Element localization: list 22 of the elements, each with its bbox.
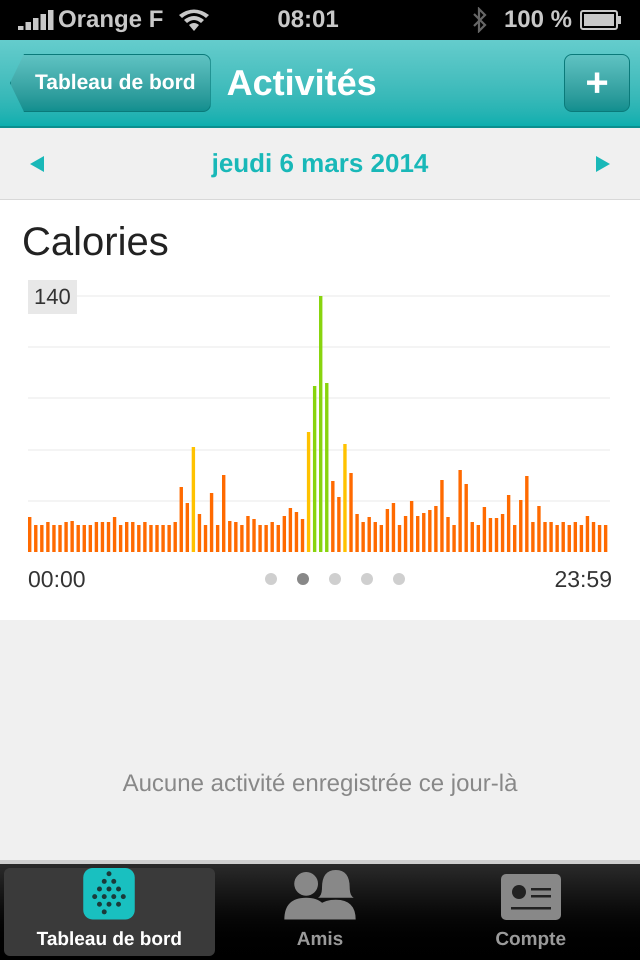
max-value-label: 140 xyxy=(28,280,77,314)
people-icon xyxy=(284,868,356,920)
date-label: jeudi 6 mars 2014 xyxy=(212,147,428,180)
battery-icon xyxy=(580,10,622,30)
bluetooth-icon xyxy=(472,7,488,33)
next-day-arrow[interactable] xyxy=(596,156,610,172)
start-time: 00:00 xyxy=(28,565,86,594)
battery-percent: 100 % xyxy=(504,5,572,35)
chart-title: Calories xyxy=(22,219,170,266)
signal-icon xyxy=(18,10,54,30)
empty-message: Aucune activité enregistrée ce jour-là xyxy=(122,769,518,799)
id-card-icon xyxy=(500,874,561,920)
wifi-icon xyxy=(179,9,210,31)
clock-time: 08:01 xyxy=(277,5,339,35)
tab[interactable]: Tableau de bord xyxy=(4,868,215,956)
previous-day-arrow[interactable] xyxy=(30,156,44,172)
carrier-name: Orange F xyxy=(58,5,164,35)
page-title: Activités xyxy=(226,61,377,105)
end-time: 23:59 xyxy=(554,565,612,594)
dots-icon xyxy=(82,868,136,920)
tab[interactable]: Amis xyxy=(214,868,426,956)
tab[interactable]: Compte xyxy=(425,868,636,956)
